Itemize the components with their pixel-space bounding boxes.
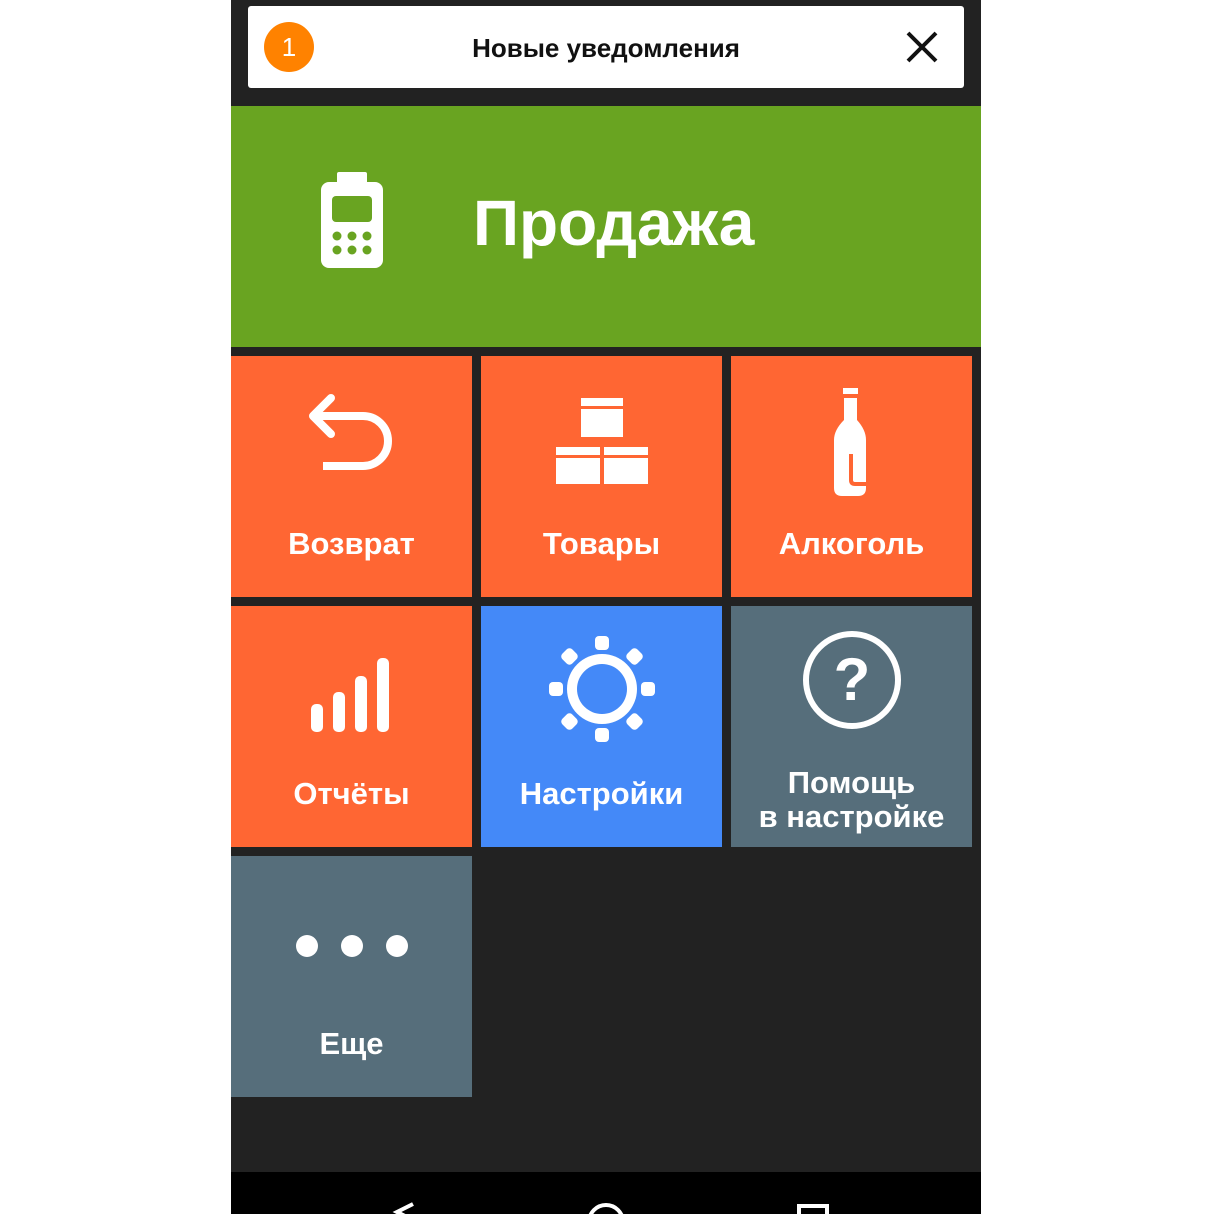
tile-alcohol-label: Алкоголь <box>778 526 925 561</box>
svg-text:?: ? <box>833 646 870 713</box>
more-dots-icon <box>231 884 472 1008</box>
tile-reports[interactable]: Отчёты <box>231 606 472 847</box>
sale-label: Продажа <box>473 187 755 259</box>
system-navigation-bar <box>231 1172 981 1214</box>
tile-settings[interactable]: Настройки <box>481 606 722 847</box>
tile-setup-help-label-line2: в настройке <box>758 799 945 834</box>
boxes-icon <box>481 384 722 508</box>
tile-return-label: Возврат <box>288 526 415 561</box>
tile-return[interactable]: Возврат <box>231 356 472 597</box>
tile-setup-help[interactable]: ? Помощь в настройке <box>731 606 972 847</box>
tile-settings-label: Настройки <box>519 776 684 811</box>
notification-count-badge: 1 <box>264 22 314 72</box>
tile-goods-label: Товары <box>542 526 661 561</box>
return-arrow-icon <box>231 384 472 508</box>
close-icon[interactable] <box>902 27 942 67</box>
notification-banner[interactable]: 1 Новые уведомления <box>248 6 964 88</box>
home-icon[interactable] <box>588 1203 624 1214</box>
cash-register-icon <box>319 170 385 275</box>
app-screen: 1 Новые уведомления Продажа Возврат Това… <box>231 0 981 1214</box>
tile-more-label: Еще <box>319 1026 384 1061</box>
tile-setup-help-label-line1: Помощь <box>787 765 916 800</box>
gear-icon <box>481 634 722 758</box>
tile-goods[interactable]: Товары <box>481 356 722 597</box>
recents-icon[interactable] <box>797 1204 829 1214</box>
bar-chart-icon <box>231 634 472 758</box>
notification-title: Новые уведомления <box>472 33 740 63</box>
tile-alcohol[interactable]: Алкоголь <box>731 356 972 597</box>
tile-reports-label: Отчёты <box>293 776 410 811</box>
bottle-icon <box>731 384 972 508</box>
help-icon: ? <box>731 628 972 752</box>
tile-more[interactable]: Еще <box>231 856 472 1097</box>
back-icon[interactable] <box>392 1202 414 1214</box>
sale-button[interactable]: Продажа <box>231 106 981 347</box>
tile-setup-help-label: Помощь в настройке <box>731 766 972 834</box>
